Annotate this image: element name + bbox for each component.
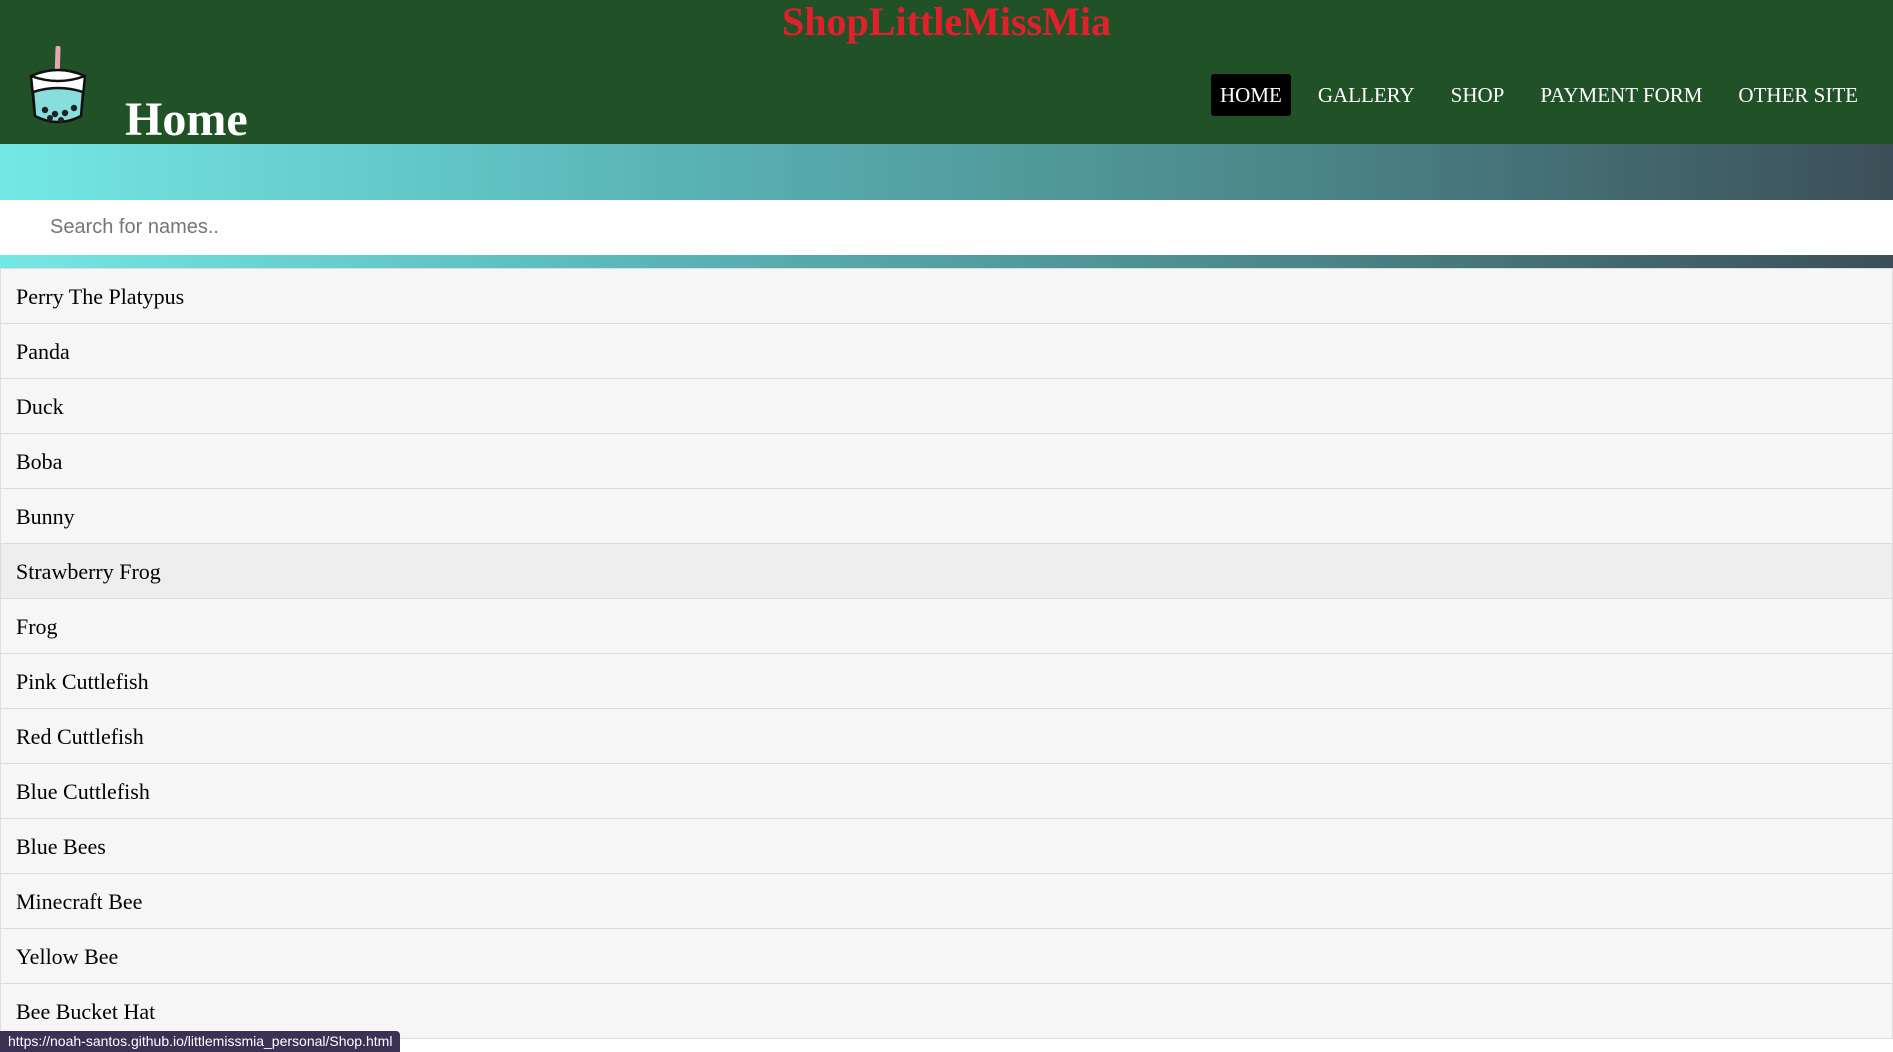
list-item[interactable]: Blue Bees [0,818,1893,874]
nav-gallery-link[interactable]: GALLERY [1309,74,1424,116]
list-item[interactable]: Bunny [0,488,1893,544]
site-title: ShopLittleMissMia [782,0,1111,44]
list-item[interactable]: Pink Cuttlefish [0,653,1893,709]
list-item[interactable]: Perry The Platypus [0,268,1893,324]
list-item[interactable]: Frog [0,598,1893,654]
page-title: Home [125,93,248,146]
list-item-hovered[interactable]: Strawberry Frog [0,543,1893,599]
status-bar-url: https://noah-santos.github.io/littlemiss… [0,1031,401,1052]
list-item[interactable]: Boba [0,433,1893,489]
nav-payment-form-link[interactable]: PAYMENT FORM [1531,74,1711,116]
list-item[interactable]: Blue Cuttlefish [0,763,1893,819]
list-item[interactable]: Panda [0,323,1893,379]
nav-other-site-link[interactable]: OTHER SITE [1729,74,1867,116]
main-nav: HOME GALLERY SHOP PAYMENT FORM OTHER SIT… [1193,74,1867,116]
list-item[interactable]: Duck [0,378,1893,434]
product-list: Perry The Platypus Panda Duck Boba Bunny… [0,268,1893,1039]
list-item[interactable]: Yellow Bee [0,928,1893,984]
site-header: ShopLittleMissMia Home HOME GALLERY SHOP… [0,0,1893,146]
boba-tea-icon [29,46,87,124]
nav-home-link[interactable]: HOME [1211,74,1291,116]
search-input[interactable] [0,200,1893,255]
nav-shop-link[interactable]: SHOP [1442,74,1514,116]
list-item[interactable]: Minecraft Bee [0,873,1893,929]
list-item[interactable]: Red Cuttlefish [0,708,1893,764]
